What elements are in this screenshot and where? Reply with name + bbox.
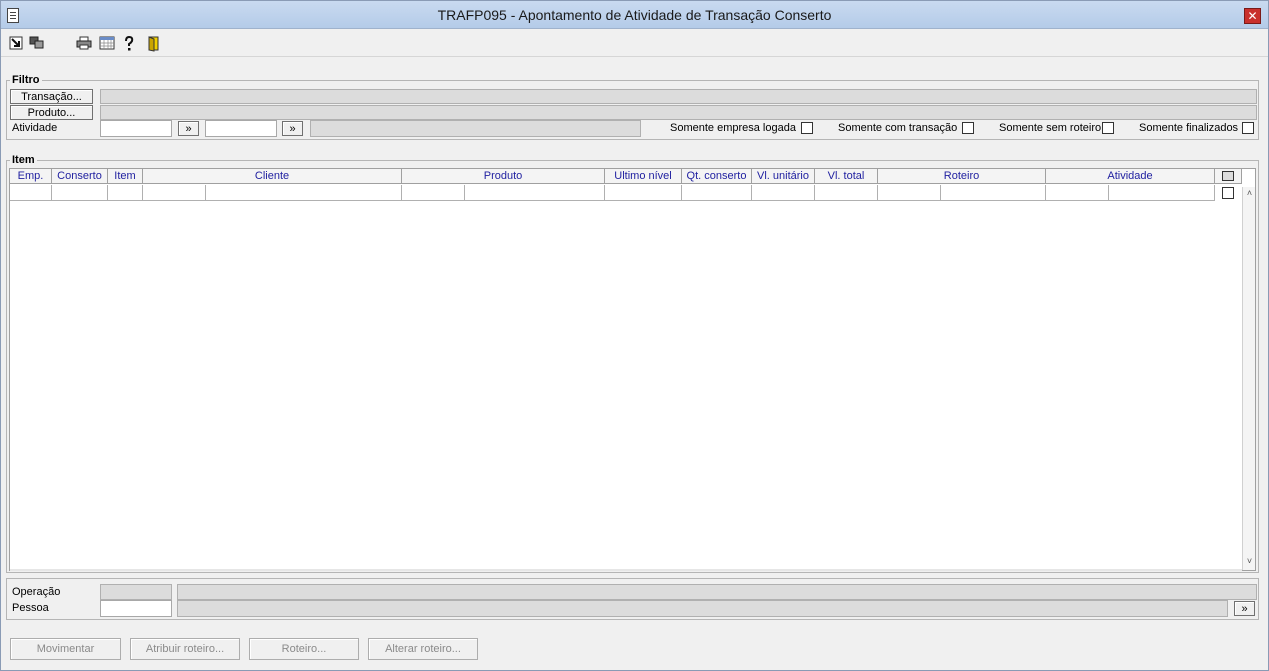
somente-com-transacao-label: Somente com transação bbox=[838, 122, 958, 134]
grid-cell[interactable] bbox=[52, 185, 108, 201]
filtro-title: Filtro bbox=[10, 74, 42, 86]
atividade-to-input[interactable] bbox=[205, 120, 277, 137]
select-all-icon[interactable] bbox=[1222, 171, 1234, 181]
transacao-description-field bbox=[100, 89, 1257, 104]
movimentar-button[interactable]: Movimentar bbox=[10, 638, 121, 660]
column-header-vl-total[interactable]: Vl. total bbox=[815, 169, 878, 184]
column-header-cliente[interactable]: Cliente bbox=[143, 169, 402, 184]
exit-door-icon[interactable] bbox=[147, 36, 163, 52]
title-bar: TRAFP095 - Apontamento de Atividade de T… bbox=[1, 1, 1268, 29]
grid-cell[interactable] bbox=[10, 185, 52, 201]
pessoa-input[interactable] bbox=[100, 600, 172, 617]
atribuir-roteiro-button[interactable]: Atribuir roteiro... bbox=[130, 638, 240, 660]
column-header-ultimo-nivel[interactable]: Ultimo nível bbox=[605, 169, 682, 184]
grid-cell[interactable] bbox=[605, 185, 682, 201]
help-icon[interactable] bbox=[123, 36, 139, 52]
atividade-label: Atividade bbox=[12, 122, 58, 134]
alterar-roteiro-button[interactable]: Alterar roteiro... bbox=[368, 638, 478, 660]
operacao-description-field bbox=[177, 584, 1257, 600]
arrow-in-icon[interactable] bbox=[9, 36, 25, 52]
atividade-from-input[interactable] bbox=[100, 120, 172, 137]
grid-cell[interactable] bbox=[143, 185, 206, 201]
produto-button[interactable]: Produto... bbox=[10, 105, 93, 120]
produto-description-field bbox=[100, 105, 1257, 120]
row-select-checkbox[interactable] bbox=[1222, 187, 1234, 199]
somente-sem-roteiro-checkbox[interactable] bbox=[1102, 122, 1114, 134]
grid-cell[interactable] bbox=[752, 185, 815, 201]
windows-icon[interactable] bbox=[29, 36, 45, 52]
grid-cell[interactable] bbox=[402, 185, 465, 201]
grid-cell[interactable] bbox=[682, 185, 752, 201]
column-header-conserto[interactable]: Conserto bbox=[52, 169, 108, 184]
somente-finalizados-label: Somente finalizados bbox=[1139, 122, 1239, 134]
printer-icon[interactable] bbox=[76, 36, 92, 52]
item-title: Item bbox=[10, 154, 37, 166]
roteiro-button[interactable]: Roteiro... bbox=[249, 638, 359, 660]
grid-cell[interactable] bbox=[465, 185, 605, 201]
column-header-roteiro[interactable]: Roteiro bbox=[878, 169, 1046, 184]
vertical-scrollbar[interactable]: ˄ ˅ bbox=[1242, 187, 1255, 570]
close-button[interactable]: ✕ bbox=[1244, 8, 1261, 24]
grid-cell[interactable] bbox=[1109, 185, 1215, 201]
window-title: TRAFP095 - Apontamento de Atividade de T… bbox=[437, 7, 832, 23]
pessoa-lookup-button[interactable]: » bbox=[1234, 601, 1255, 616]
grid-cell[interactable] bbox=[878, 185, 941, 201]
column-header-qt-conserto[interactable]: Qt. conserto bbox=[682, 169, 752, 184]
pessoa-label: Pessoa bbox=[12, 602, 49, 614]
calendar-icon[interactable] bbox=[99, 36, 115, 52]
somente-com-transacao-checkbox[interactable] bbox=[962, 122, 974, 134]
somente-finalizados-checkbox[interactable] bbox=[1242, 122, 1254, 134]
column-header-item[interactable]: Item bbox=[108, 169, 143, 184]
column-header-vl-unitario[interactable]: Vl. unitário bbox=[752, 169, 815, 184]
grid-cell[interactable] bbox=[815, 185, 878, 201]
operacao-code-field bbox=[100, 584, 172, 600]
column-header-produto[interactable]: Produto bbox=[402, 169, 605, 184]
operacao-label: Operação bbox=[12, 586, 61, 598]
transacao-button[interactable]: Transação... bbox=[10, 89, 93, 104]
column-header-atividade[interactable]: Atividade bbox=[1046, 169, 1215, 184]
somente-sem-roteiro-label: Somente sem roteiro bbox=[999, 122, 1102, 134]
somente-empresa-logada-checkbox[interactable] bbox=[801, 122, 813, 134]
scroll-down-icon[interactable]: ˅ bbox=[1245, 557, 1254, 566]
toolbar bbox=[1, 30, 1268, 57]
pessoa-description-field bbox=[177, 600, 1228, 617]
item-grid[interactable]: Emp. Conserto Item Cliente Produto Ultim… bbox=[9, 168, 1256, 571]
somente-empresa-logada-label: Somente empresa logada bbox=[670, 122, 796, 134]
grid-cell[interactable] bbox=[108, 185, 143, 201]
grid-cell[interactable] bbox=[1046, 185, 1109, 201]
atividade-to-lookup-button[interactable]: » bbox=[282, 121, 303, 136]
grid-cell[interactable] bbox=[206, 185, 402, 201]
column-header-emp[interactable]: Emp. bbox=[10, 169, 52, 184]
column-header-select[interactable] bbox=[1215, 169, 1242, 184]
horizontal-scrollbar[interactable] bbox=[10, 569, 1242, 571]
grid-cell[interactable] bbox=[941, 185, 1046, 201]
atividade-description-field bbox=[310, 120, 641, 137]
atividade-from-lookup-button[interactable]: » bbox=[178, 121, 199, 136]
scroll-up-icon[interactable]: ˄ bbox=[1245, 189, 1254, 198]
